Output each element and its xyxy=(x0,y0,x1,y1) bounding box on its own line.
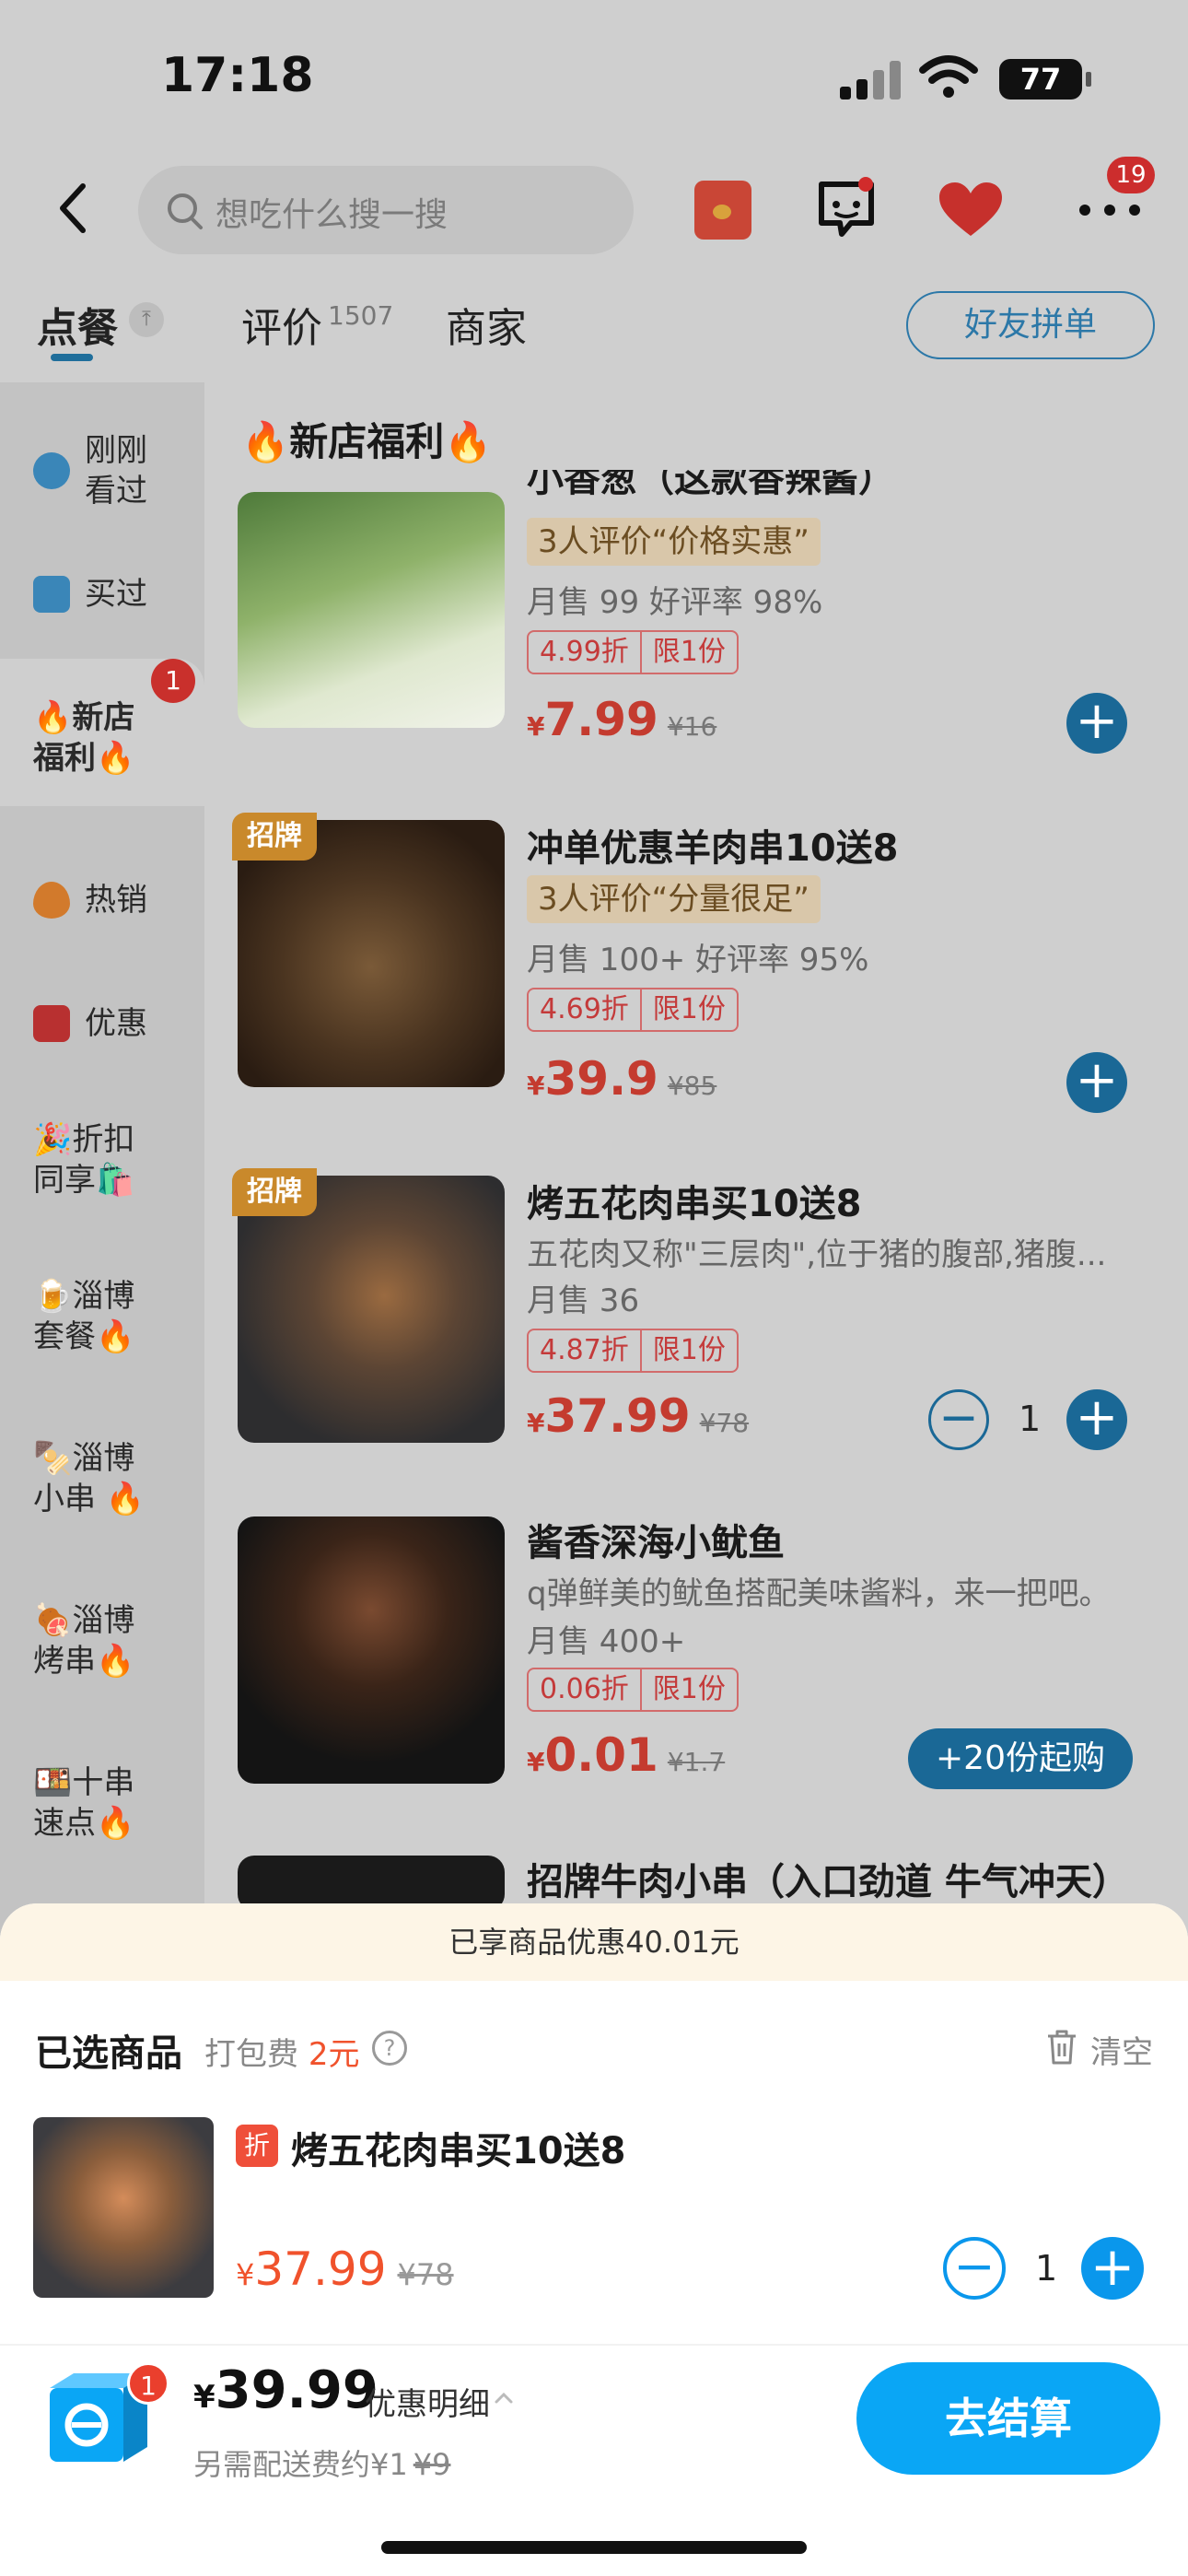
more-icon[interactable] xyxy=(1079,205,1140,217)
add-button[interactable]: + xyxy=(1066,693,1127,754)
sidebar-item-zibo-set[interactable]: 🍺淄博 套餐🔥 xyxy=(0,1267,204,1368)
question-icon[interactable]: ? xyxy=(372,2031,407,2066)
category-sidebar: 刚刚 看过 买过 🔥新店 福利🔥 1 热销 优惠 🎉折扣 同享🛍️ 🍺淄博 套餐… xyxy=(0,382,204,1935)
collapse-up-icon[interactable]: ⤒ xyxy=(129,302,164,337)
divider xyxy=(0,2344,1188,2346)
section-title: 🔥新店福利🔥 xyxy=(241,419,493,464)
trash-icon[interactable] xyxy=(1044,2029,1079,2066)
product-sales: 月售 99 好评率 98% xyxy=(527,584,823,621)
total-price: ¥39.99 xyxy=(193,2360,379,2420)
product-image[interactable] xyxy=(238,1856,505,1911)
delivery-fee: 另需配送费约¥1 ¥9 xyxy=(193,2447,451,2482)
product-review-tag: 3人评价“价格实惠” xyxy=(527,518,821,566)
product-discount: 0.06折 限1份 xyxy=(527,1668,739,1712)
flame-icon xyxy=(33,882,70,919)
tab-review[interactable]: 评价 xyxy=(241,295,322,354)
wifi-icon xyxy=(919,55,978,98)
tab-merchant[interactable]: 商家 xyxy=(446,295,527,354)
tab-order[interactable]: 点餐 xyxy=(37,295,118,354)
add-button[interactable]: + xyxy=(1066,1389,1127,1450)
search-placeholder: 想吃什么搜一搜 xyxy=(215,196,448,234)
product-image[interactable] xyxy=(238,1516,505,1784)
product-price: ¥7.99 ¥16 xyxy=(527,693,717,746)
back-arrow-icon[interactable] xyxy=(55,181,92,236)
coupon-icon xyxy=(33,1005,70,1042)
sidebar-item-recent[interactable]: 刚刚 看过 xyxy=(0,419,204,521)
cart-item-image xyxy=(33,2117,214,2298)
discount-banner: 已享商品优惠40.01元 xyxy=(0,1903,1188,1981)
battery-indicator: 77 xyxy=(999,59,1091,100)
eye-icon xyxy=(33,452,70,489)
sidebar-item-ten-skewers[interactable]: 🍱十串 速点🔥 xyxy=(0,1753,204,1855)
product-discount: 4.99折 限1份 xyxy=(527,630,739,674)
product-review-tag: 3人评价“分量很足” xyxy=(527,875,821,923)
review-count: 1507 xyxy=(328,300,394,331)
notification-badge: 19 xyxy=(1107,157,1155,193)
clear-cart-button[interactable]: 清空 xyxy=(1090,2027,1153,2072)
cart-decrease-button[interactable]: − xyxy=(943,2237,1006,2300)
red-packet-icon[interactable] xyxy=(694,181,751,240)
product-sales: 月售 100+ 好评率 95% xyxy=(527,942,869,978)
discount-detail-link[interactable]: 优惠明细 xyxy=(365,2379,490,2424)
sidebar-item-new-store[interactable]: 🔥新店 福利🔥 1 xyxy=(0,659,204,806)
sidebar-item-zibo-small[interactable]: 🍢淄博 小串 🔥 xyxy=(0,1429,204,1530)
add-button[interactable]: + xyxy=(1066,1052,1127,1113)
sidebar-badge: 1 xyxy=(151,659,195,703)
product-sales: 月售 400+ xyxy=(527,1623,686,1660)
signature-badge: 招牌 xyxy=(232,1168,317,1216)
cart-item-price: ¥37.99 ¥78 xyxy=(236,2242,454,2296)
packing-fee: 打包费 2元 xyxy=(204,2036,360,2073)
chevron-up-icon[interactable] xyxy=(494,2388,514,2408)
product-price: ¥39.9 ¥85 xyxy=(527,1052,717,1106)
friend-group-order-button[interactable]: 好友拼单 xyxy=(906,291,1155,359)
product-discount: 4.87折 限1份 xyxy=(527,1329,739,1373)
min-order-button[interactable]: +20份起购 xyxy=(908,1728,1133,1789)
home-indicator xyxy=(381,2541,807,2554)
cellular-signal-icon xyxy=(840,61,901,100)
sidebar-item-discount[interactable]: 优惠 xyxy=(0,985,204,1059)
sidebar-item-hot[interactable]: 热销 xyxy=(0,861,204,935)
cart-increase-button[interactable]: + xyxy=(1081,2237,1144,2300)
cart-item-name: 烤五花肉串买10送8 xyxy=(291,2130,626,2172)
bag-icon xyxy=(33,576,70,613)
product-name: 冲单优惠羊肉串10送8 xyxy=(527,827,899,870)
status-time: 17:18 xyxy=(161,48,314,103)
product-description: q弹鲜美的鱿鱼搭配美味酱料，来一把吧。 xyxy=(527,1575,1111,1612)
search-icon xyxy=(168,193,203,229)
cart-sheet: 已享商品优惠40.01元 已选商品 打包费 2元 ? 清空 折 烤五花肉串买10… xyxy=(0,1903,1188,2576)
sidebar-item-bought[interactable]: 买过 xyxy=(0,557,204,631)
cart-count-badge: 1 xyxy=(127,2362,169,2405)
product-name: 烤五花肉串买10送8 xyxy=(527,1183,862,1225)
product-quantity: 1 xyxy=(1019,1399,1042,1439)
checkout-button[interactable]: 去结算 xyxy=(856,2362,1160,2475)
product-image[interactable] xyxy=(238,492,505,728)
product-description: 五花肉又称"三层肉",位于猪的腹部,猪腹... xyxy=(527,1236,1107,1273)
sidebar-item-shared-discount[interactable]: 🎉折扣 同享🛍️ xyxy=(0,1110,204,1212)
tab-active-indicator xyxy=(51,354,93,361)
decrease-button[interactable]: − xyxy=(928,1389,989,1450)
signature-badge: 招牌 xyxy=(232,813,317,861)
selected-items-title: 已选商品 xyxy=(35,2032,182,2075)
product-name: 小香葱（这款香辣酱） xyxy=(527,470,895,500)
cart-item-quantity: 1 xyxy=(1035,2248,1058,2289)
discount-tag: 折 xyxy=(236,2125,278,2167)
message-dot xyxy=(858,177,873,192)
product-price: ¥0.01 ¥1.7 xyxy=(527,1728,726,1782)
sidebar-item-zibo-grill[interactable]: 🍖淄博 烤串🔥 xyxy=(0,1591,204,1692)
product-sales: 月售 36 xyxy=(527,1282,640,1319)
product-name: 酱香深海小鱿鱼 xyxy=(527,1522,785,1564)
search-bar[interactable]: 想吃什么搜一搜 xyxy=(138,166,634,254)
product-name: 招牌牛肉小串（入口劲道 牛气冲天） xyxy=(527,1861,1129,1903)
product-price: ¥37.99 ¥78 xyxy=(527,1389,750,1443)
heart-icon[interactable] xyxy=(938,181,1004,240)
product-discount: 4.69折 限1份 xyxy=(527,988,739,1032)
